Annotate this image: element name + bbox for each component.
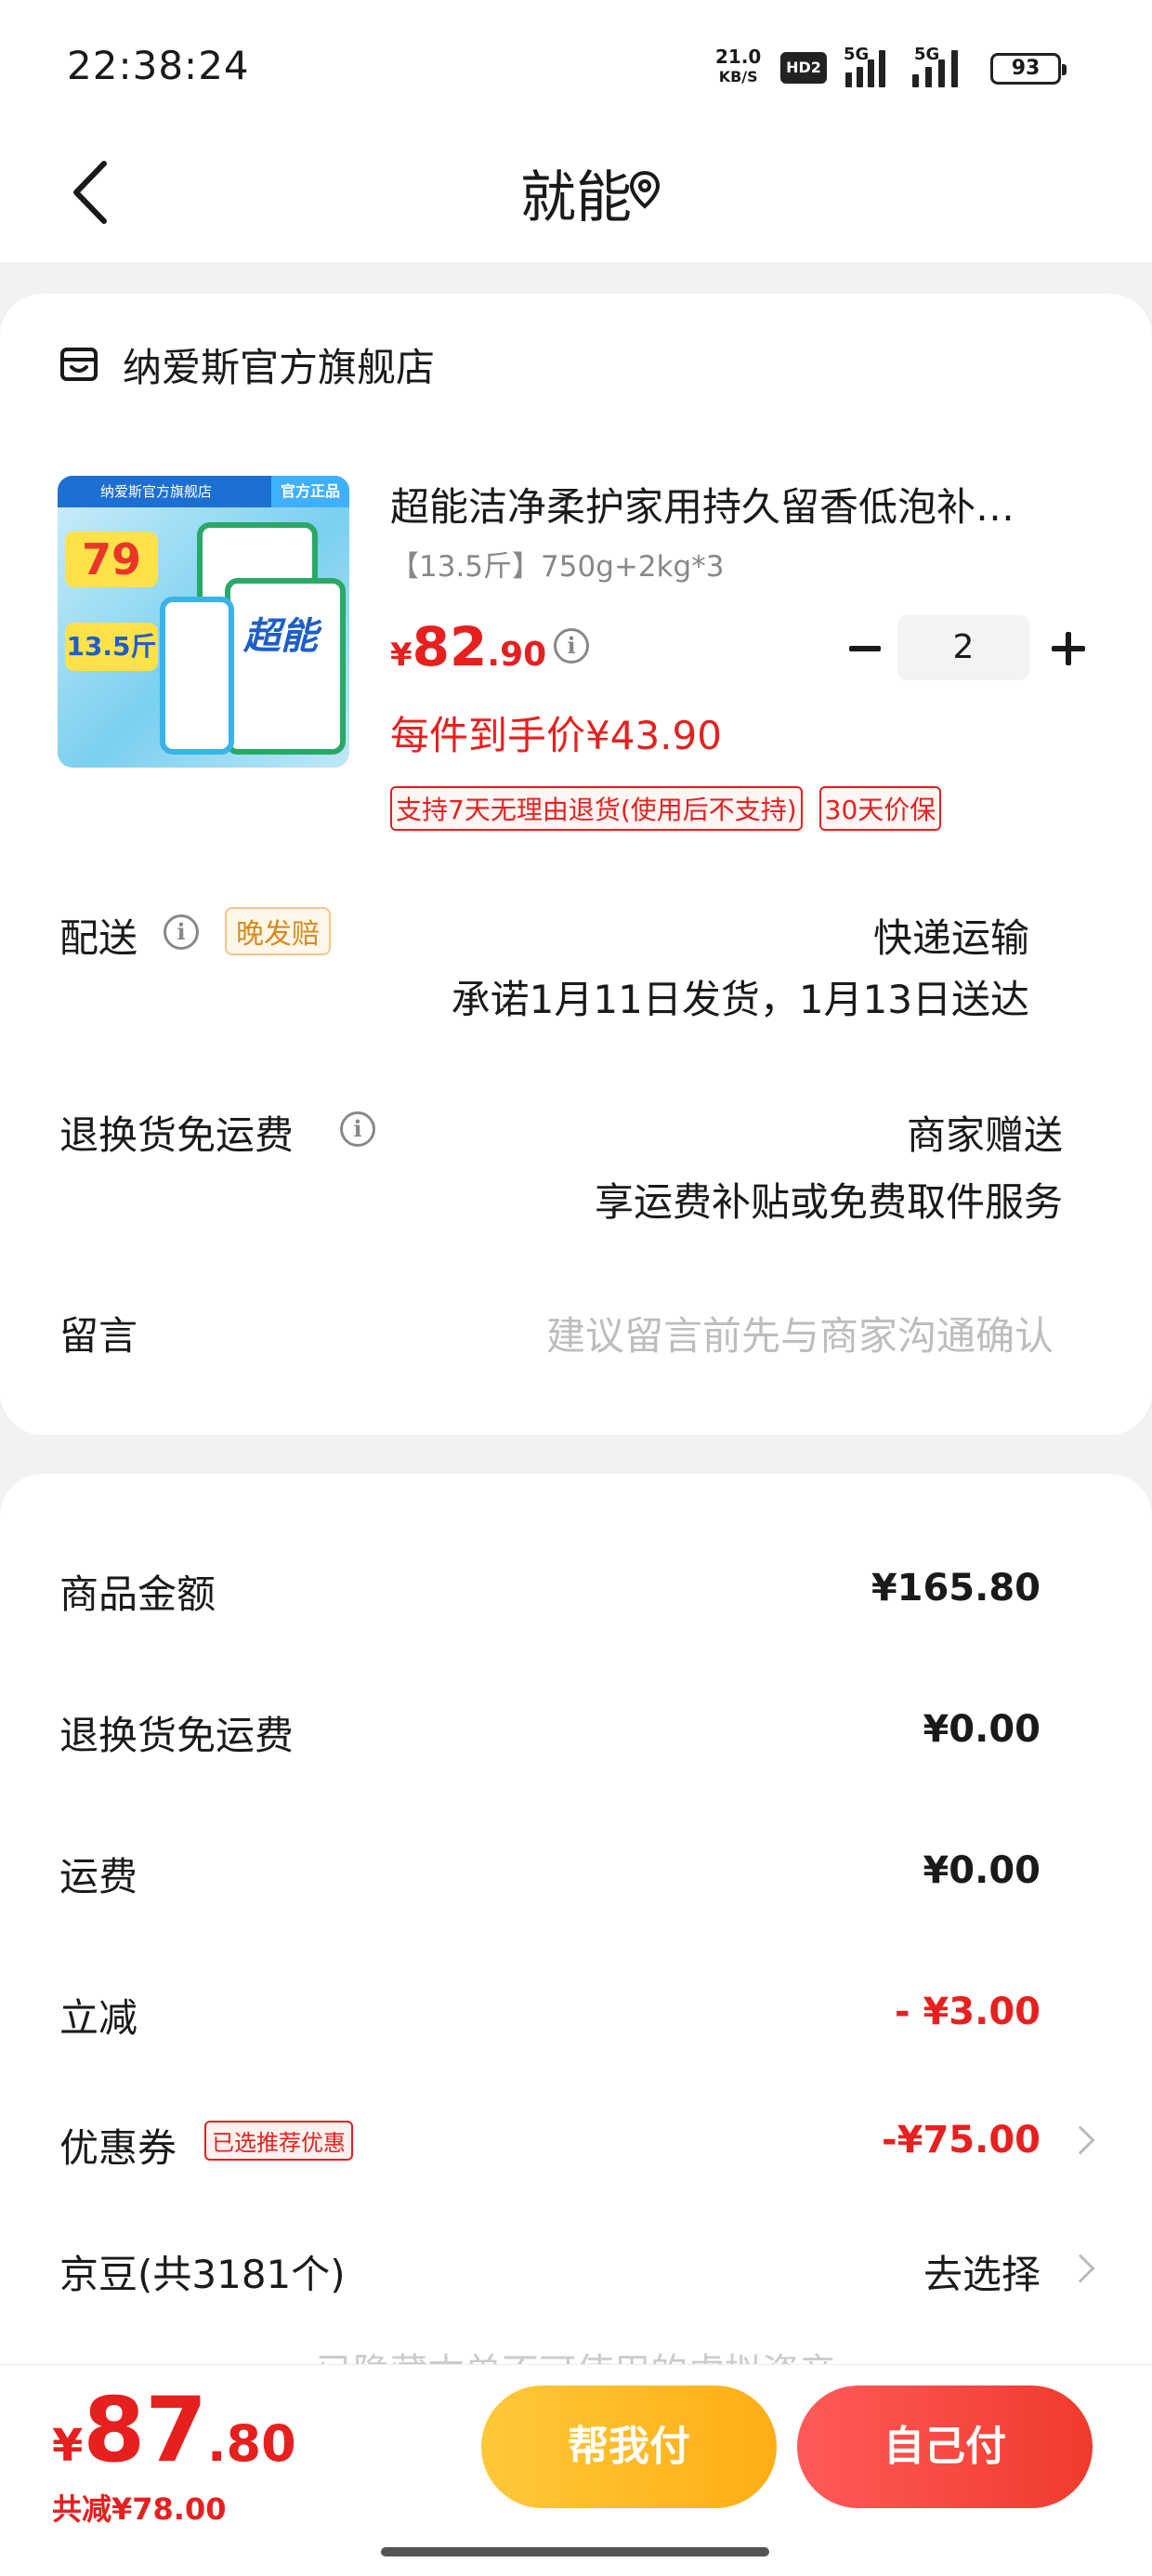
quantity-input[interactable]: 2 [897,615,1029,680]
message-input[interactable]: 建议留言前先与商家沟通确认 [546,1305,1054,1361]
delivery-info-icon[interactable]: i [164,914,199,950]
total-price: ¥87.80 [52,2378,296,2482]
message-label: 留言 [59,1313,138,1359]
price-info-icon[interactable]: i [554,628,589,664]
status-bar: 22:38:24 21.0 KB/S HD2 5G 5G 93 [0,0,1152,130]
jd-beans-select[interactable]: 去选择 [923,2243,1041,2300]
status-time: 22:38:24 [67,43,250,88]
page-title: 就能 [520,165,632,230]
product-title[interactable]: 超能洁净柔护家用持久留香低泡补… [390,476,1059,532]
goods-amount-value: ¥165.80 [871,1567,1041,1610]
home-indicator[interactable] [381,2547,769,2556]
checkout-bar: ¥87.80 共减¥78.00 帮我付 自己付 [0,2364,1152,2576]
service-badges: 支持7天无理由退货(使用后不支持) 30天价保 [390,786,942,831]
quantity-decrease-button[interactable] [838,621,894,677]
thumb-official-badge: 官方正品 [270,476,349,507]
return-free-value: ¥0.00 [923,1708,1041,1751]
discount-value: - ¥3.00 [894,1991,1041,2033]
return-shipping-label: 退换货免运费 [59,1112,295,1158]
help-pay-button[interactable]: 帮我付 [481,2385,777,2508]
thumb-price-tag: 79 [65,532,158,587]
return-policy-badge: 支持7天无理由退货(使用后不支持) [390,786,803,831]
unit-price: 每件到手价¥43.90 [390,713,722,758]
coupon-label: 优惠券 [59,2125,177,2171]
return-shipping-value: 商家赠送 [906,1112,1063,1158]
late-compensation-badge: 晚发赔 [225,907,331,955]
store-name: 纳爱斯官方旗舰店 [123,344,436,390]
signal-icon-2: 5G [907,45,974,87]
thumb-weight-tag: 13.5斤 [65,623,158,671]
header: 就能 [0,130,1152,262]
delivery-method[interactable]: 快递运输 [873,907,1029,964]
discount-label: 立减 [59,1995,138,2041]
store-row[interactable]: 纳爱斯官方旗舰店 [59,336,435,392]
thumb-brand: 超能 [243,615,318,658]
shipping-label: 运费 [59,1854,138,1899]
jd-beans-label: 京豆(共3181个) [59,2252,346,2297]
coupon-value[interactable]: -¥75.00 [882,2119,1041,2162]
price-protect-badge: 30天价保 [818,786,942,831]
product-spec: 【13.5斤】750g+2kg*3 [390,550,725,584]
return-free-label: 退换货免运费 [59,1713,295,1758]
coupon-recommended-tag: 已选推荐优惠 [204,2121,353,2161]
self-pay-button[interactable]: 自己付 [797,2385,1093,2508]
order-item-card: 纳爱斯官方旗舰店 纳爱斯官方旗舰店 官方正品 超能 79 13.5斤 超能洁净柔… [0,294,1152,1435]
quantity-increase-button[interactable] [1041,621,1096,677]
network-speed: 21.0 KB/S [715,46,762,85]
product-thumbnail[interactable]: 纳爱斯官方旗舰店 官方正品 超能 79 13.5斤 [58,476,349,768]
return-shipping-info-icon[interactable]: i [340,1111,375,1147]
battery-icon: 93 [990,53,1067,85]
total-saved: 共减¥78.00 [52,2491,227,2527]
return-shipping-desc: 享运费补贴或免费取件服务 [594,1179,1063,1225]
goods-amount-label: 商品金额 [59,1571,216,1617]
hd-icon: HD2 [780,52,827,84]
signal-icon: 5G [844,45,899,87]
product-price: ¥82.90 [390,615,547,678]
delivery-promise: 承诺1月11日发货，1月13日送达 [451,977,1029,1022]
location-pin-icon[interactable] [626,167,663,214]
store-icon [60,348,98,381]
delivery-label: 配送 [59,915,138,961]
shipping-value: ¥0.00 [923,1849,1041,1892]
